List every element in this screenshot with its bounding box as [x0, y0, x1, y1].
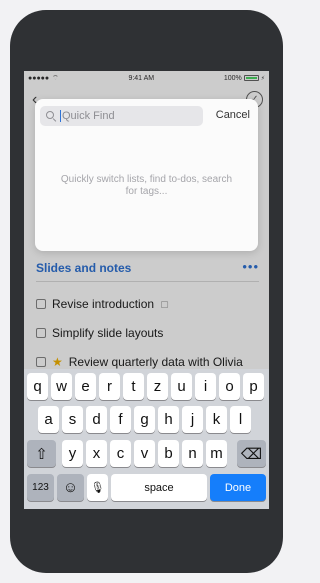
- keyboard-row-1: q w e r t z u i o p: [24, 373, 269, 401]
- numbers-key[interactable]: 123: [27, 474, 54, 501]
- key-x[interactable]: x: [86, 440, 107, 467]
- key-c[interactable]: c: [110, 440, 131, 467]
- key-n[interactable]: n: [182, 440, 203, 467]
- key-j[interactable]: j: [182, 406, 203, 433]
- quick-find-hint: Quickly switch lists, find to-dos, searc…: [60, 174, 233, 197]
- quick-find-popover: Cancel Quickly switch lists, find to-dos…: [35, 99, 258, 251]
- key-v[interactable]: v: [134, 440, 155, 467]
- key-h[interactable]: h: [158, 406, 179, 433]
- dictation-key[interactable]: 🎙: [87, 474, 108, 501]
- key-y[interactable]: y: [62, 440, 83, 467]
- screen: ●●●●● ⌔ 9:41 AM 100% ⚡ ‹ ✓ Slides and no…: [24, 71, 269, 509]
- key-i[interactable]: i: [195, 373, 216, 400]
- key-b[interactable]: b: [158, 440, 179, 467]
- cancel-button[interactable]: Cancel: [216, 109, 250, 121]
- key-r[interactable]: r: [99, 373, 120, 400]
- emoji-key[interactable]: ☺: [57, 474, 84, 501]
- key-k[interactable]: k: [206, 406, 227, 433]
- shift-key[interactable]: ⇧: [27, 440, 56, 467]
- key-o[interactable]: o: [219, 373, 240, 400]
- key-q[interactable]: q: [27, 373, 48, 400]
- keyboard-row-3: ⇧ y x c v b n m ⌫: [24, 440, 269, 468]
- delete-key[interactable]: ⌫: [237, 440, 266, 467]
- text-caret: [60, 110, 61, 122]
- keyboard-row-2: a s d f g h j k l: [24, 406, 269, 434]
- key-m[interactable]: m: [206, 440, 227, 467]
- key-u[interactable]: u: [171, 373, 192, 400]
- key-f[interactable]: f: [110, 406, 131, 433]
- keyboard-row-4: 123 ☺ 🎙 space Done: [24, 474, 269, 502]
- key-l[interactable]: l: [230, 406, 251, 433]
- done-key[interactable]: Done: [210, 474, 266, 501]
- key-t[interactable]: t: [123, 373, 144, 400]
- space-key[interactable]: space: [111, 474, 207, 501]
- search-field[interactable]: [40, 106, 203, 126]
- key-p[interactable]: p: [243, 373, 264, 400]
- key-w[interactable]: w: [51, 373, 72, 400]
- key-g[interactable]: g: [134, 406, 155, 433]
- key-a[interactable]: a: [38, 406, 59, 433]
- quick-find-input[interactable]: [62, 110, 192, 122]
- key-s[interactable]: s: [62, 406, 83, 433]
- key-e[interactable]: e: [75, 373, 96, 400]
- search-icon: [46, 111, 56, 121]
- key-d[interactable]: d: [86, 406, 107, 433]
- keyboard: q w e r t z u i o p a s d f g h j k l ⇧ …: [24, 369, 269, 509]
- key-z[interactable]: z: [147, 373, 168, 400]
